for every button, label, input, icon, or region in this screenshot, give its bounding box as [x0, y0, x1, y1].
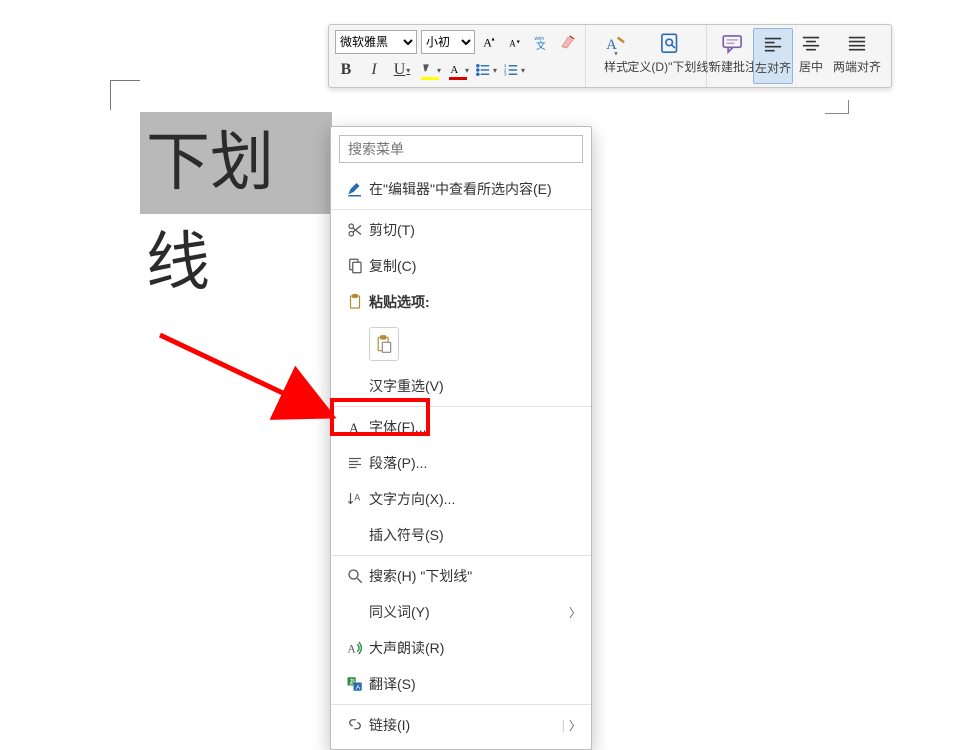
styles-button[interactable]: A▾ 样式: [592, 28, 640, 84]
shrink-font-icon[interactable]: A▾: [505, 31, 527, 53]
svg-text:A: A: [349, 420, 359, 435]
menu-separator: [331, 555, 591, 556]
mi-editor-view-label: 在"编辑器"中查看所选内容(E): [369, 179, 581, 199]
align-justify-icon: [843, 30, 871, 58]
mi-paragraph-label: 段落(P)...: [369, 453, 581, 473]
search-icon: [341, 567, 369, 585]
mi-synonyms-label: 同义词(Y): [369, 602, 569, 622]
mi-search[interactable]: 搜索(H) "下划线": [331, 558, 591, 594]
svg-text:▴: ▴: [492, 37, 495, 43]
menu-separator: [331, 406, 591, 407]
mi-font[interactable]: A 字体(F)...: [331, 409, 591, 445]
align-left-label: 左对齐: [755, 61, 791, 75]
paste-keep-source-button[interactable]: [369, 327, 399, 361]
svg-text:A: A: [451, 65, 459, 76]
ruler-end: [825, 100, 849, 114]
define-label: 定义(D)"下划线": [627, 60, 712, 74]
mi-editor-view[interactable]: 在"编辑器"中查看所选内容(E): [331, 171, 591, 207]
context-menu: 在"编辑器"中查看所选内容(E) 剪切(T) 复制(C) 粘贴选项: 汉字重选(…: [330, 126, 592, 750]
mi-font-label: 字体(F)...: [369, 417, 581, 437]
new-comment-label: 新建批注: [709, 60, 757, 74]
bold-button[interactable]: B: [335, 59, 357, 81]
align-left-icon: [759, 31, 787, 59]
mi-insert-symbol-label: 插入符号(S): [369, 525, 581, 545]
menu-search-input[interactable]: [339, 135, 583, 163]
svg-text:A: A: [509, 39, 516, 49]
ruler-corner: [110, 80, 140, 110]
mi-text-direction-label: 文字方向(X)...: [369, 489, 581, 509]
menu-search[interactable]: [339, 135, 583, 163]
read-aloud-icon: A: [341, 639, 369, 657]
mi-link[interactable]: 链接(I) | 〉: [331, 707, 591, 743]
font-a-icon: A: [341, 418, 369, 436]
grow-font-icon[interactable]: A▴: [479, 31, 501, 53]
mi-link-label: 链接(I): [369, 715, 558, 735]
chevron-right-icon: 〉: [569, 604, 581, 621]
svg-text:文: 文: [536, 39, 546, 51]
mi-insert-symbol[interactable]: 插入符号(S): [331, 517, 591, 553]
svg-text:A: A: [354, 493, 360, 503]
align-center-icon: [797, 30, 825, 58]
font-color-button[interactable]: A: [447, 59, 469, 81]
clipboard-icon: [341, 293, 369, 311]
styles-icon: A▾: [602, 30, 630, 58]
mi-search-label: 搜索(H) "下划线": [369, 566, 581, 586]
bullet-list-button[interactable]: [475, 59, 497, 81]
italic-button[interactable]: I: [363, 59, 385, 81]
mi-translate[interactable]: あA 翻译(S): [331, 666, 591, 702]
phonetic-guide-icon[interactable]: wén文: [531, 31, 553, 53]
align-justify-button[interactable]: 两端对齐: [829, 28, 885, 84]
mi-paste-options: 粘贴选项:: [331, 284, 591, 320]
mi-read-aloud-label: 大声朗读(R): [369, 638, 581, 658]
mi-translate-label: 翻译(S): [369, 674, 581, 694]
new-comment-button[interactable]: 新建批注: [713, 28, 753, 84]
svg-text:▾: ▾: [614, 50, 618, 57]
mi-reconvert-label: 汉字重选(V): [369, 376, 581, 396]
mi-cut[interactable]: 剪切(T): [331, 212, 591, 248]
highlight-color-button[interactable]: [419, 59, 441, 81]
mi-text-direction[interactable]: A 文字方向(X)...: [331, 481, 591, 517]
selected-text[interactable]: 下划线: [140, 112, 332, 214]
mi-reconvert[interactable]: 汉字重选(V): [331, 368, 591, 404]
mi-copy-label: 复制(C): [369, 256, 581, 276]
align-left-button[interactable]: 左对齐: [753, 28, 793, 84]
scissors-icon: [341, 221, 369, 239]
align-center-button[interactable]: 居中: [793, 28, 829, 84]
define-button[interactable]: 定义(D)"下划线": [640, 28, 700, 84]
mi-paragraph[interactable]: 段落(P)...: [331, 445, 591, 481]
text-direction-icon: A: [341, 490, 369, 508]
menu-separator: [331, 704, 591, 705]
number-list-button[interactable]: 123: [503, 59, 525, 81]
svg-text:A: A: [356, 684, 361, 691]
svg-text:▾: ▾: [517, 40, 520, 46]
comment-icon: [719, 30, 747, 58]
svg-text:A: A: [348, 644, 357, 656]
mi-synonyms[interactable]: 同义词(Y) 〉: [331, 594, 591, 630]
styles-label: 样式: [604, 60, 628, 74]
translate-icon: あA: [341, 675, 369, 693]
svg-text:3: 3: [504, 72, 507, 78]
paste-option-row: [331, 320, 591, 368]
menu-separator: [331, 209, 591, 210]
font-name-select[interactable]: 微软雅黑: [335, 30, 417, 54]
mi-cut-label: 剪切(T): [369, 220, 581, 240]
search-doc-icon: [656, 30, 684, 58]
align-center-label: 居中: [799, 60, 823, 74]
underline-button[interactable]: U: [391, 59, 413, 81]
chevron-right-icon: 〉: [569, 717, 581, 734]
mini-toolbar: 微软雅黑 小初 A▴ A▾ wén文 B I U: [328, 24, 892, 88]
clear-format-icon[interactable]: [557, 31, 579, 53]
mi-copy[interactable]: 复制(C): [331, 248, 591, 284]
link-icon: [341, 716, 369, 734]
mi-paste-options-label: 粘贴选项:: [369, 292, 581, 312]
annotation-arrow: [155, 330, 340, 445]
copy-icon: [341, 257, 369, 275]
pen-icon: [341, 180, 369, 198]
font-size-select[interactable]: 小初: [421, 30, 475, 54]
align-justify-label: 两端对齐: [833, 60, 881, 74]
paragraph-icon: [341, 454, 369, 472]
mi-read-aloud[interactable]: A 大声朗读(R): [331, 630, 591, 666]
